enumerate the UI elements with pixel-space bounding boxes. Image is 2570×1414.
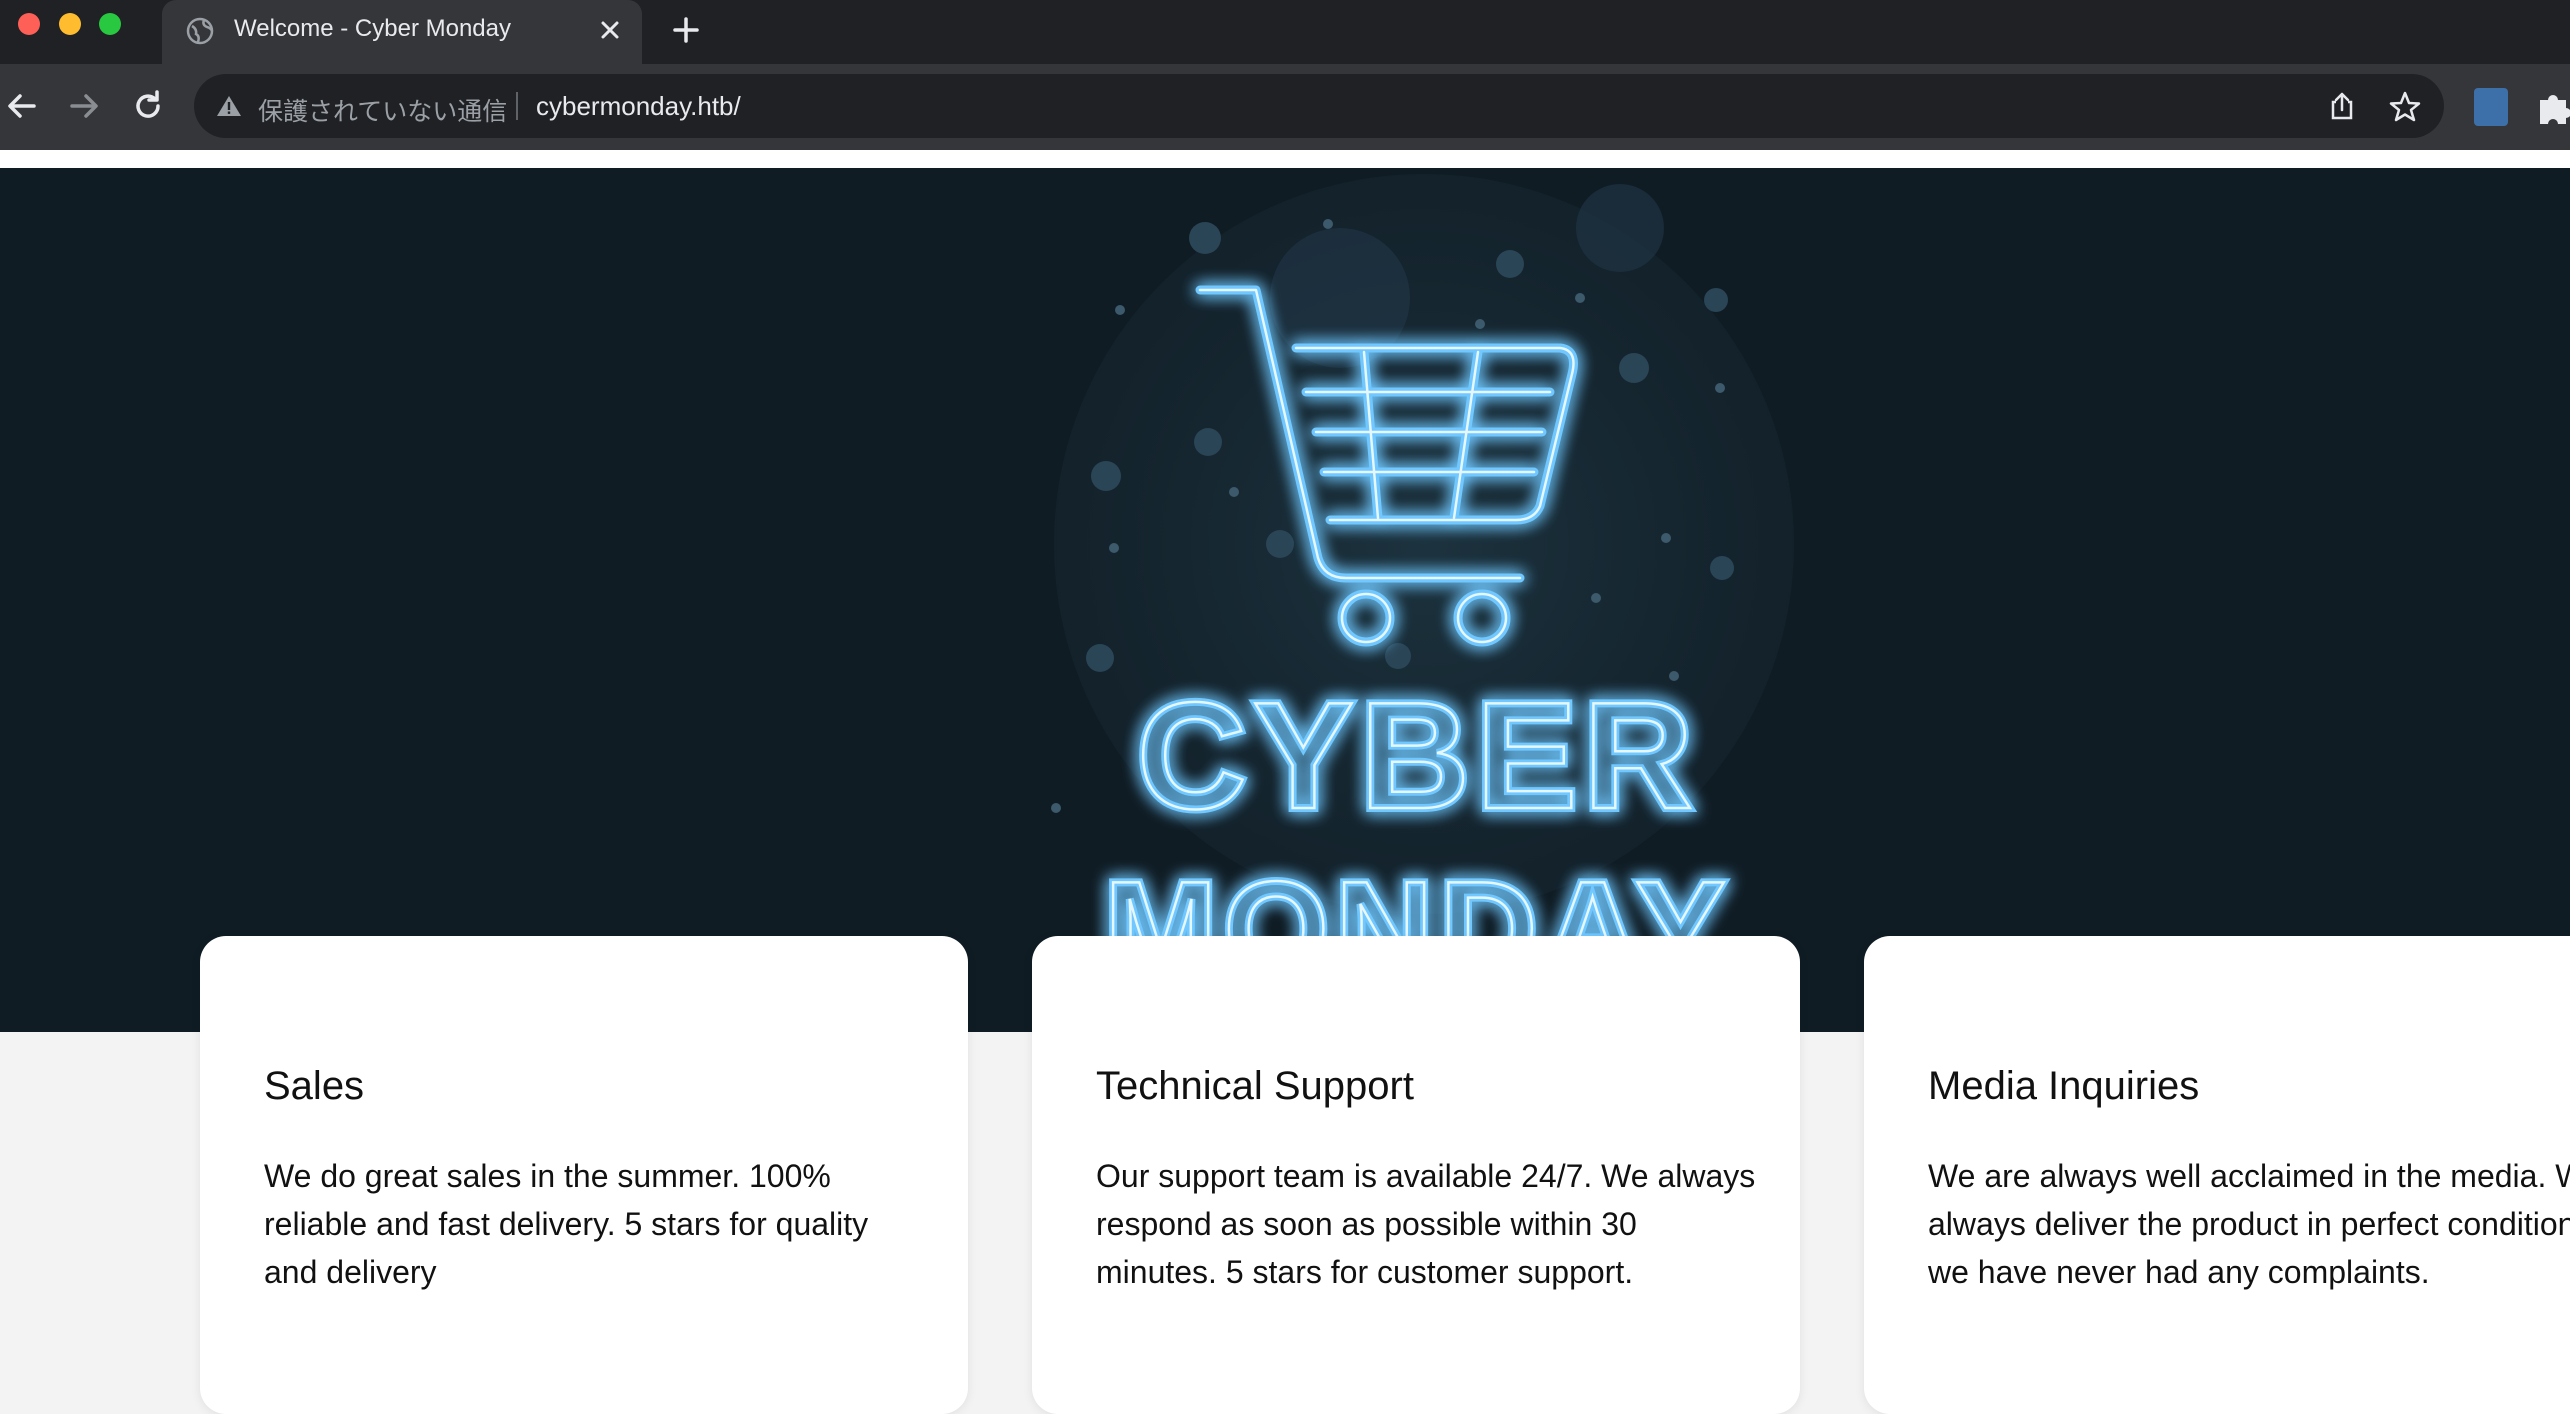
bokeh-dot: [1475, 319, 1485, 329]
forward-arrow-icon[interactable]: [64, 86, 104, 126]
tab-title: Welcome - Cyber Monday: [234, 15, 511, 42]
address-separator: [516, 92, 518, 120]
bokeh-dot: [1109, 543, 1119, 553]
extension-icon[interactable]: [2474, 88, 2508, 126]
sales-card: Sales We do great sales in the summer. 1…: [200, 936, 968, 1414]
hero-title-line1: CYBER: [1137, 671, 1699, 841]
browser-toolbar: 保護されていない通信 cybermonday.htb/: [0, 64, 2570, 150]
warning-icon[interactable]: [216, 94, 242, 118]
web-page: CYBER CYBER MONDAY MONDAY Sales We do gr…: [0, 150, 2570, 1414]
media-inquiries-card: Media Inquiries We are always well accla…: [1864, 936, 2570, 1414]
security-status-label[interactable]: 保護されていない通信: [258, 92, 507, 128]
close-window-button[interactable]: [18, 13, 40, 35]
url-text[interactable]: cybermonday.htb/: [536, 91, 741, 122]
close-icon[interactable]: [596, 16, 624, 44]
bokeh-dot: [1591, 593, 1601, 603]
bokeh-dot: [1051, 803, 1061, 813]
bokeh-dot: [1619, 353, 1649, 383]
bokeh-dot: [1385, 643, 1411, 669]
card-text: Our support team is available 24/7. We a…: [1096, 1158, 1756, 1290]
share-icon[interactable]: [2326, 90, 2358, 122]
hero-graphic: CYBER CYBER MONDAY MONDAY: [1051, 174, 1794, 1009]
bokeh-dot: [1091, 461, 1121, 491]
info-cards: Sales We do great sales in the summer. 1…: [0, 936, 2570, 1414]
bokeh-dot: [1266, 530, 1294, 558]
bokeh-dot: [1115, 305, 1125, 315]
bookmark-star-icon[interactable]: [2388, 90, 2422, 124]
bokeh-dot: [1086, 644, 1114, 672]
address-bar[interactable]: 保護されていない通信 cybermonday.htb/: [194, 74, 2444, 138]
card-title: Technical Support: [1096, 1064, 1414, 1108]
back-arrow-icon[interactable]: [2, 86, 42, 126]
bokeh-dot: [1576, 184, 1664, 272]
hero-banner: CYBER CYBER MONDAY MONDAY: [0, 168, 2570, 1032]
browser-tab-bar: Welcome - Cyber Monday: [0, 0, 2570, 64]
card-text: We do great sales in the summer. 100% re…: [264, 1158, 869, 1290]
bokeh-dot: [1189, 222, 1221, 254]
bokeh-dot: [1496, 250, 1524, 278]
card-text: We are always well acclaimed in the medi…: [1928, 1158, 2570, 1290]
puzzle-icon[interactable]: [2536, 88, 2570, 126]
top-strip: [0, 150, 2570, 168]
card-title: Sales: [264, 1064, 365, 1108]
minimize-window-button[interactable]: [59, 13, 81, 35]
maximize-window-button[interactable]: [99, 13, 121, 35]
bokeh-dot: [1229, 487, 1239, 497]
bokeh-dot: [1710, 556, 1734, 580]
plus-icon[interactable]: [670, 14, 702, 46]
bokeh-dot: [1704, 288, 1728, 312]
reload-icon[interactable]: [128, 86, 168, 126]
bokeh-dot: [1661, 533, 1671, 543]
technical-support-card: Technical Support Our support team is av…: [1032, 936, 1800, 1414]
globe-icon: [186, 17, 214, 45]
bokeh-dot: [1575, 293, 1585, 303]
card-title: Media Inquiries: [1928, 1064, 2200, 1108]
bokeh-dot: [1194, 428, 1222, 456]
bokeh-dot: [1323, 219, 1333, 229]
bokeh-dot: [1715, 383, 1725, 393]
browser-tab-active[interactable]: Welcome - Cyber Monday: [162, 0, 642, 64]
